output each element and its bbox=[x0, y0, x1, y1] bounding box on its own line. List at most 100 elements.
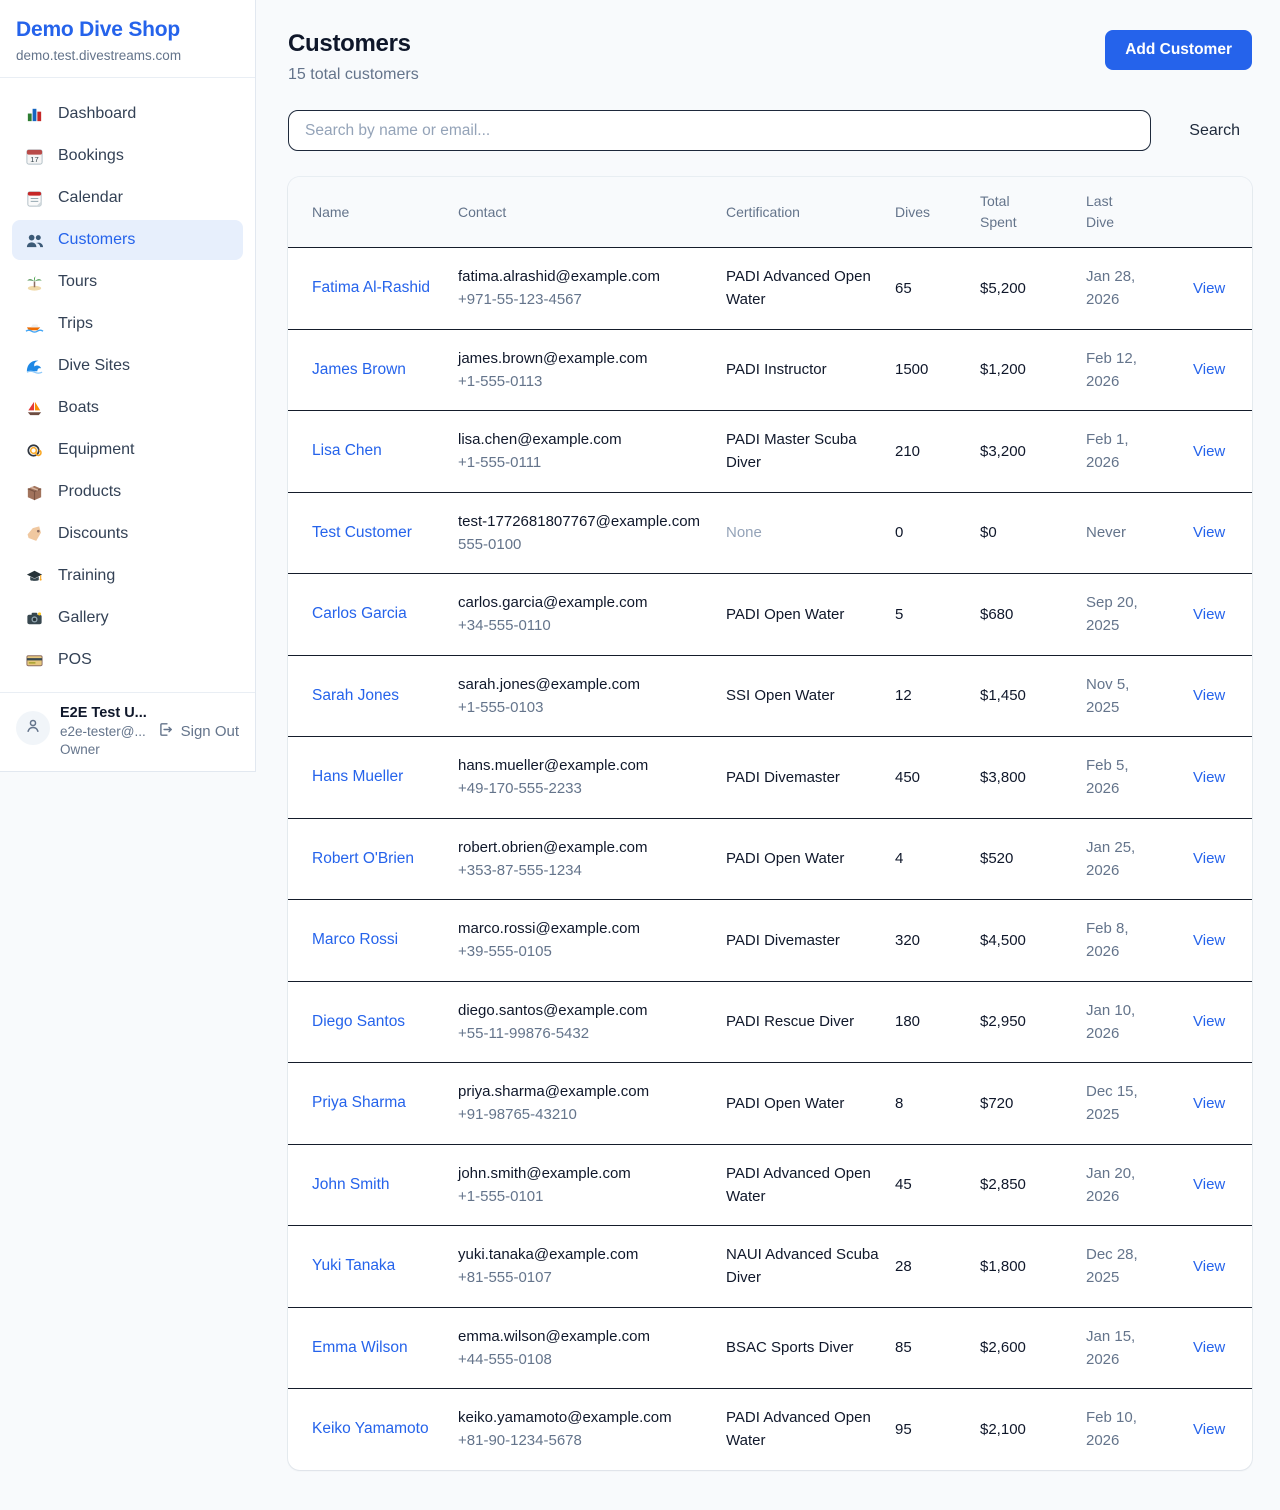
sidebar-item-gallery[interactable]: Gallery bbox=[12, 598, 243, 638]
view-customer-link[interactable]: View bbox=[1193, 606, 1225, 623]
view-customer-link[interactable]: View bbox=[1193, 687, 1225, 704]
customer-total-spent: $1,450 bbox=[980, 687, 1026, 704]
calendar-icon bbox=[24, 188, 44, 208]
customer-name-link[interactable]: Diego Santos bbox=[312, 1010, 405, 1034]
customer-total-spent: $1,800 bbox=[980, 1258, 1026, 1275]
view-customer-link[interactable]: View bbox=[1193, 280, 1225, 297]
customer-total-spent: $2,850 bbox=[980, 1176, 1026, 1193]
search-button[interactable]: Search bbox=[1177, 114, 1252, 148]
view-customer-link[interactable]: View bbox=[1193, 1421, 1225, 1438]
customer-email: fatima.alrashid@example.com bbox=[458, 265, 710, 288]
customer-phone: +91-98765-43210 bbox=[458, 1103, 710, 1126]
customer-row: Priya Sharma priya.sharma@example.com +9… bbox=[288, 1063, 1252, 1145]
customer-name-link[interactable]: Carlos Garcia bbox=[312, 602, 407, 626]
column-header-certification: Certification bbox=[726, 177, 895, 248]
customer-email: marco.rossi@example.com bbox=[458, 917, 710, 940]
customer-dives: 85 bbox=[895, 1339, 912, 1356]
customer-name-link[interactable]: Marco Rossi bbox=[312, 928, 398, 952]
customer-certification: PADI Open Water bbox=[726, 850, 844, 867]
customer-certification: PADI Advanced Open Water bbox=[726, 268, 871, 308]
sidebar-item-boats[interactable]: Boats bbox=[12, 388, 243, 428]
customer-dives: 4 bbox=[895, 850, 903, 867]
view-customer-link[interactable]: View bbox=[1193, 1176, 1225, 1193]
sign-out-button[interactable]: Sign Out bbox=[157, 721, 239, 742]
view-customer-link[interactable]: View bbox=[1193, 769, 1225, 786]
view-customer-link[interactable]: View bbox=[1193, 361, 1225, 378]
customer-name-link[interactable]: Yuki Tanaka bbox=[312, 1254, 395, 1278]
speedboat-icon bbox=[24, 314, 44, 334]
sidebar-item-label: Equipment bbox=[58, 441, 135, 459]
sidebar-item-products[interactable]: Products bbox=[12, 472, 243, 512]
customer-dives: 28 bbox=[895, 1258, 912, 1275]
customer-certification: PADI Master Scuba Diver bbox=[726, 431, 857, 471]
sidebar-item-customers[interactable]: Customers bbox=[12, 220, 243, 260]
view-customer-link[interactable]: View bbox=[1193, 1095, 1225, 1112]
customer-name-link[interactable]: Fatima Al-Rashid bbox=[312, 276, 430, 300]
sidebar-item-bookings[interactable]: 17 Bookings bbox=[12, 136, 243, 176]
view-customer-link[interactable]: View bbox=[1193, 850, 1225, 867]
customer-name-link[interactable]: James Brown bbox=[312, 358, 406, 382]
customer-name-link[interactable]: Robert O'Brien bbox=[312, 847, 414, 871]
view-customer-link[interactable]: View bbox=[1193, 1258, 1225, 1275]
view-customer-link[interactable]: View bbox=[1193, 932, 1225, 949]
customer-last-dive: Feb 10, 2026 bbox=[1086, 1406, 1148, 1453]
sidebar-item-pos[interactable]: POS bbox=[12, 640, 243, 680]
svg-text:17: 17 bbox=[30, 155, 38, 164]
customer-email: diego.santos@example.com bbox=[458, 999, 710, 1022]
sidebar-item-discounts[interactable]: Discounts bbox=[12, 514, 243, 554]
customer-name-link[interactable]: Lisa Chen bbox=[312, 439, 382, 463]
user-name: E2E Test U... bbox=[60, 705, 147, 721]
sidebar-item-label: Dashboard bbox=[58, 105, 136, 123]
customer-name-link[interactable]: Priya Sharma bbox=[312, 1091, 406, 1115]
customer-dives: 210 bbox=[895, 443, 920, 460]
customer-dives: 320 bbox=[895, 932, 920, 949]
customer-phone: 555-0100 bbox=[458, 533, 710, 556]
sidebar-item-label: Calendar bbox=[58, 189, 123, 207]
view-customer-link[interactable]: View bbox=[1193, 1013, 1225, 1030]
person-icon bbox=[24, 717, 42, 740]
customer-total-spent: $0 bbox=[980, 524, 997, 541]
customer-email: carlos.garcia@example.com bbox=[458, 591, 710, 614]
camera-icon bbox=[24, 608, 44, 628]
view-customer-link[interactable]: View bbox=[1193, 524, 1225, 541]
view-customer-link[interactable]: View bbox=[1193, 443, 1225, 460]
sidebar-item-dashboard[interactable]: Dashboard bbox=[12, 94, 243, 134]
main-content: Customers 15 total customers Add Custome… bbox=[256, 0, 1280, 1510]
customer-certification: NAUI Advanced Scuba Diver bbox=[726, 1246, 879, 1286]
sidebar-nav: Dashboard 17 Bookings Calendar Customers… bbox=[0, 78, 255, 692]
customer-row: Diego Santos diego.santos@example.com +5… bbox=[288, 981, 1252, 1063]
customer-name-link[interactable]: Keiko Yamamoto bbox=[312, 1417, 429, 1441]
customer-name-link[interactable]: Sarah Jones bbox=[312, 684, 399, 708]
customer-certification: BSAC Sports Diver bbox=[726, 1339, 854, 1356]
customer-phone: +55-11-99876-5432 bbox=[458, 1022, 710, 1045]
customer-name-link[interactable]: Test Customer bbox=[312, 521, 412, 545]
shop-name: Demo Dive Shop bbox=[16, 18, 239, 42]
customer-name-link[interactable]: Emma Wilson bbox=[312, 1336, 408, 1360]
customer-dives: 0 bbox=[895, 524, 903, 541]
view-customer-link[interactable]: View bbox=[1193, 1339, 1225, 1356]
customer-phone: +353-87-555-1234 bbox=[458, 859, 710, 882]
search-input[interactable] bbox=[288, 110, 1151, 151]
sidebar-item-trips[interactable]: Trips bbox=[12, 304, 243, 344]
sidebar-item-tours[interactable]: Tours bbox=[12, 262, 243, 302]
sidebar-item-calendar[interactable]: Calendar bbox=[12, 178, 243, 218]
customer-last-dive: Jan 25, 2026 bbox=[1086, 836, 1148, 883]
customer-row: James Brown james.brown@example.com +1-5… bbox=[288, 329, 1252, 411]
customer-name-link[interactable]: John Smith bbox=[312, 1173, 390, 1197]
column-header-dives: Dives bbox=[895, 177, 980, 248]
add-customer-button[interactable]: Add Customer bbox=[1105, 30, 1252, 70]
customer-dives: 450 bbox=[895, 769, 920, 786]
sidebar-item-dive-sites[interactable]: Dive Sites bbox=[12, 346, 243, 386]
customer-email: robert.obrien@example.com bbox=[458, 836, 710, 859]
sidebar-item-label: Gallery bbox=[58, 609, 109, 627]
customer-phone: +81-90-1234-5678 bbox=[458, 1429, 710, 1452]
customer-dives: 8 bbox=[895, 1095, 903, 1112]
sidebar-item-training[interactable]: Training bbox=[12, 556, 243, 596]
customer-total-spent: $3,200 bbox=[980, 443, 1026, 460]
customers-table: Name Contact Certification Dives Total S… bbox=[288, 177, 1252, 1470]
customer-email: hans.mueller@example.com bbox=[458, 754, 710, 777]
sidebar-item-label: Boats bbox=[58, 399, 99, 417]
customer-name-link[interactable]: Hans Mueller bbox=[312, 765, 403, 789]
sidebar-item-equipment[interactable]: Equipment bbox=[12, 430, 243, 470]
customer-certification: None bbox=[726, 524, 762, 541]
